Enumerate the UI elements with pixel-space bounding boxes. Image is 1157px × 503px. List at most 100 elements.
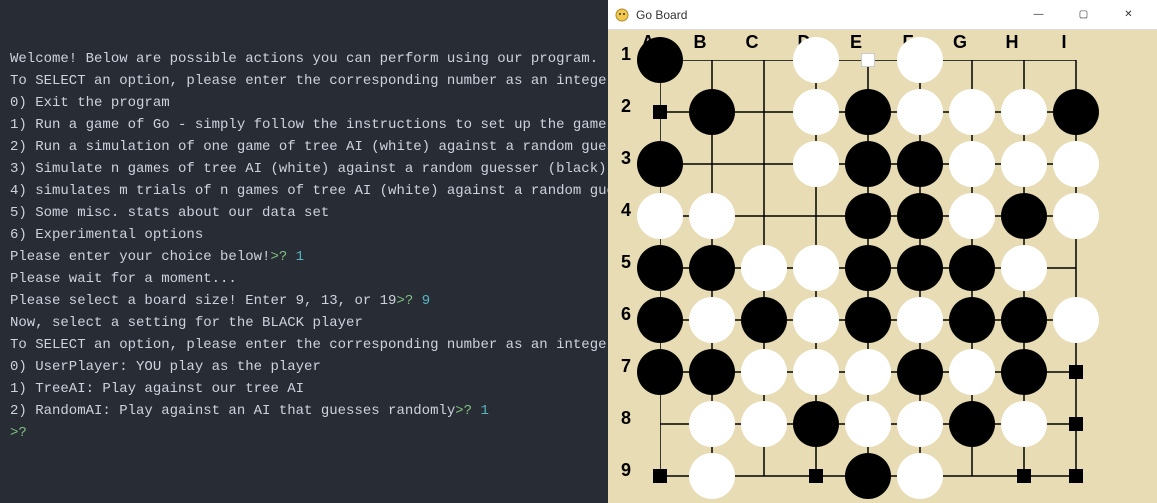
terminal-line: 5) Some misc. stats about our data set bbox=[10, 202, 600, 224]
black-stone[interactable] bbox=[1001, 349, 1047, 395]
white-stone[interactable] bbox=[741, 349, 787, 395]
go-board-grid[interactable] bbox=[660, 60, 1076, 476]
black-stone[interactable] bbox=[845, 193, 891, 239]
white-stone[interactable] bbox=[897, 89, 943, 135]
black-stone[interactable] bbox=[845, 297, 891, 343]
app-icon bbox=[614, 7, 630, 23]
square-marker[interactable] bbox=[1069, 417, 1083, 431]
black-stone[interactable] bbox=[1001, 297, 1047, 343]
white-stone[interactable] bbox=[949, 141, 995, 187]
white-stone[interactable] bbox=[949, 89, 995, 135]
black-stone[interactable] bbox=[637, 245, 683, 291]
white-stone[interactable] bbox=[689, 401, 735, 447]
col-label: G bbox=[934, 32, 986, 53]
square-marker[interactable] bbox=[809, 469, 823, 483]
black-stone[interactable] bbox=[1053, 89, 1099, 135]
black-stone[interactable] bbox=[949, 297, 995, 343]
black-stone[interactable] bbox=[897, 349, 943, 395]
row-label: 6 bbox=[616, 288, 636, 340]
white-stone[interactable] bbox=[793, 89, 839, 135]
white-stone[interactable] bbox=[1053, 193, 1099, 239]
column-labels: ABCDEFGHI bbox=[622, 32, 1090, 53]
white-stone[interactable] bbox=[897, 37, 943, 83]
white-stone[interactable] bbox=[845, 349, 891, 395]
black-stone[interactable] bbox=[845, 141, 891, 187]
terminal-line: Welcome! Below are possible actions you … bbox=[10, 48, 600, 70]
black-stone[interactable] bbox=[637, 297, 683, 343]
white-stone[interactable] bbox=[793, 141, 839, 187]
black-stone[interactable] bbox=[689, 245, 735, 291]
black-stone[interactable] bbox=[793, 401, 839, 447]
square-marker[interactable] bbox=[1069, 365, 1083, 379]
terminal-line: 6) Experimental options bbox=[10, 224, 600, 246]
close-button[interactable]: ✕ bbox=[1106, 0, 1151, 30]
col-label: C bbox=[726, 32, 778, 53]
black-stone[interactable] bbox=[1001, 193, 1047, 239]
black-stone[interactable] bbox=[637, 37, 683, 83]
square-marker[interactable] bbox=[653, 469, 667, 483]
white-stone[interactable] bbox=[793, 245, 839, 291]
white-stone[interactable] bbox=[741, 245, 787, 291]
row-label: 1 bbox=[616, 28, 636, 80]
white-stone[interactable] bbox=[897, 453, 943, 499]
white-stone[interactable] bbox=[689, 453, 735, 499]
white-stone[interactable] bbox=[1053, 141, 1099, 187]
col-label: E bbox=[830, 32, 882, 53]
black-stone[interactable] bbox=[845, 245, 891, 291]
black-stone[interactable] bbox=[689, 349, 735, 395]
go-board-window: Go Board — ▢ ✕ ABCDEFGHI 123456789 bbox=[608, 0, 1157, 503]
window-title: Go Board bbox=[636, 8, 1016, 22]
black-stone[interactable] bbox=[741, 297, 787, 343]
black-stone[interactable] bbox=[845, 89, 891, 135]
white-stone[interactable] bbox=[637, 193, 683, 239]
row-label: 4 bbox=[616, 184, 636, 236]
white-stone[interactable] bbox=[689, 297, 735, 343]
black-stone[interactable] bbox=[637, 141, 683, 187]
white-stone[interactable] bbox=[689, 193, 735, 239]
square-marker[interactable] bbox=[861, 53, 875, 67]
col-label: B bbox=[674, 32, 726, 53]
terminal-output[interactable]: Welcome! Below are possible actions you … bbox=[0, 0, 608, 503]
black-stone[interactable] bbox=[897, 245, 943, 291]
col-label: H bbox=[986, 32, 1038, 53]
maximize-button[interactable]: ▢ bbox=[1061, 0, 1106, 30]
terminal-line: Please select a board size! Enter 9, 13,… bbox=[10, 290, 600, 312]
row-label: 5 bbox=[616, 236, 636, 288]
white-stone[interactable] bbox=[897, 401, 943, 447]
white-stone[interactable] bbox=[949, 349, 995, 395]
white-stone[interactable] bbox=[741, 401, 787, 447]
white-stone[interactable] bbox=[793, 349, 839, 395]
row-label: 8 bbox=[616, 392, 636, 444]
black-stone[interactable] bbox=[897, 193, 943, 239]
terminal-line: 2) RandomAI: Play against an AI that gue… bbox=[10, 400, 600, 422]
white-stone[interactable] bbox=[793, 297, 839, 343]
square-marker[interactable] bbox=[1069, 469, 1083, 483]
row-label: 9 bbox=[616, 444, 636, 496]
black-stone[interactable] bbox=[689, 89, 735, 135]
white-stone[interactable] bbox=[793, 37, 839, 83]
white-stone[interactable] bbox=[1001, 245, 1047, 291]
white-stone[interactable] bbox=[949, 193, 995, 239]
white-stone[interactable] bbox=[1001, 89, 1047, 135]
white-stone[interactable] bbox=[845, 401, 891, 447]
terminal-line: 1) Run a game of Go - simply follow the … bbox=[10, 114, 600, 136]
terminal-line: Please enter your choice below!>? 1 bbox=[10, 246, 600, 268]
window-titlebar[interactable]: Go Board — ▢ ✕ bbox=[608, 0, 1157, 30]
black-stone[interactable] bbox=[845, 453, 891, 499]
black-stone[interactable] bbox=[949, 245, 995, 291]
board-area: ABCDEFGHI 123456789 bbox=[608, 30, 1157, 503]
minimize-button[interactable]: — bbox=[1016, 0, 1061, 30]
white-stone[interactable] bbox=[1053, 297, 1099, 343]
black-stone[interactable] bbox=[637, 349, 683, 395]
white-stone[interactable] bbox=[897, 297, 943, 343]
row-labels: 123456789 bbox=[616, 28, 636, 496]
square-marker[interactable] bbox=[653, 105, 667, 119]
white-stone[interactable] bbox=[1001, 401, 1047, 447]
black-stone[interactable] bbox=[897, 141, 943, 187]
square-marker[interactable] bbox=[1017, 469, 1031, 483]
white-stone[interactable] bbox=[1001, 141, 1047, 187]
row-label: 3 bbox=[616, 132, 636, 184]
terminal-line: 4) simulates m trials of n games of tree… bbox=[10, 180, 600, 202]
terminal-line: 3) Simulate n games of tree AI (white) a… bbox=[10, 158, 600, 180]
black-stone[interactable] bbox=[949, 401, 995, 447]
